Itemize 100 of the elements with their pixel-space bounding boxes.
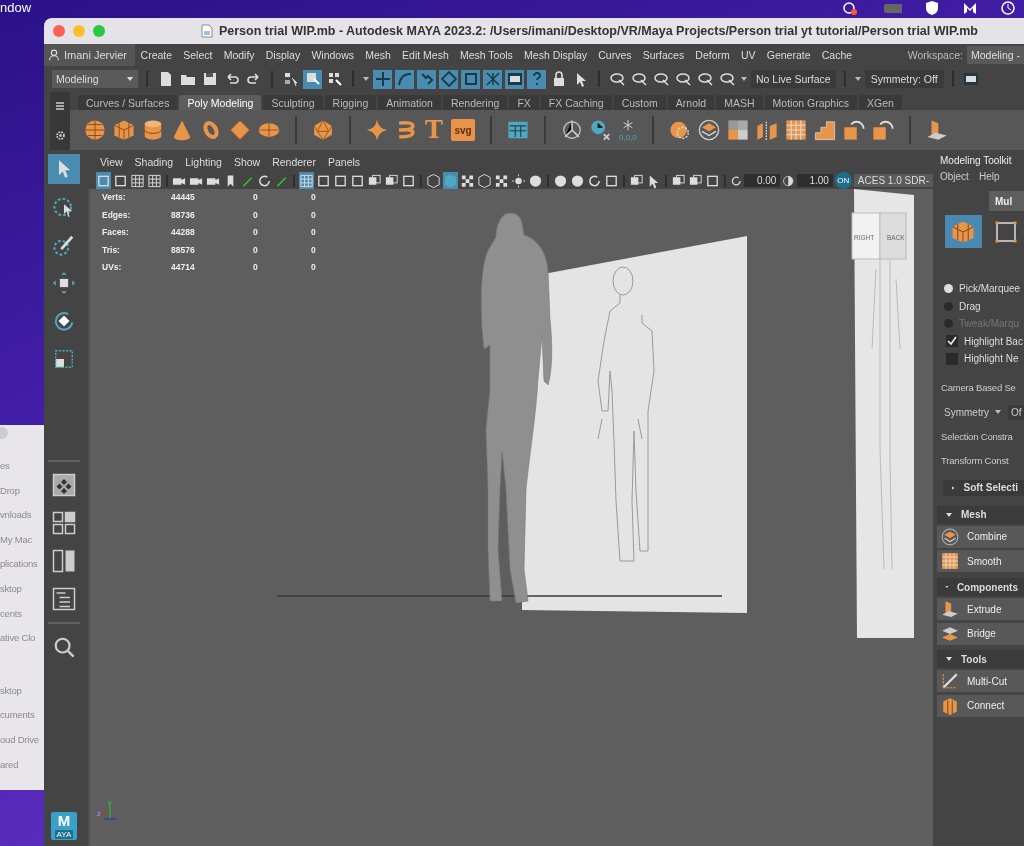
shelf-tab[interactable]: Curves / Surfaces <box>78 95 178 110</box>
pivot-icon <box>561 119 583 141</box>
symmetry-dropdown[interactable]: Symmetry: Off <box>864 70 944 88</box>
lasso-icon <box>53 196 75 218</box>
mesh-snap-icon <box>484 71 501 87</box>
menu-item[interactable]: Surfaces <box>637 49 690 61</box>
sphere-icon <box>553 172 568 189</box>
viewport-button[interactable] <box>147 172 162 189</box>
symmetry-field[interactable]: Of <box>1008 404 1024 420</box>
clock-icon <box>590 119 612 141</box>
section-header[interactable]: Tools <box>937 650 1024 669</box>
symmetry-dropdown[interactable]: Symmetry <box>944 406 1002 418</box>
exposure-field[interactable]: 0.00 <box>744 174 781 187</box>
shelf-tab[interactable]: Motion Graphics <box>764 95 857 110</box>
tool-button[interactable]: Multi-Cut <box>937 670 1024 693</box>
shelf-tab[interactable]: XGen <box>859 95 902 110</box>
menu-item[interactable]: Create <box>134 49 178 61</box>
panel-menu[interactable]: Show <box>227 156 267 168</box>
viewport-button[interactable] <box>130 172 145 189</box>
circle-icon <box>668 119 691 141</box>
menu-item[interactable]: Windows <box>305 49 360 61</box>
shelf-tab[interactable]: Arnold <box>667 95 715 110</box>
shelf-tab[interactable]: Rigging <box>324 95 377 110</box>
shelf-tab[interactable]: FX <box>509 95 539 110</box>
view-transform-dropdown[interactable]: ACES 1.0 SDR- <box>853 174 933 187</box>
shelf-tab[interactable]: MASH <box>716 95 763 110</box>
render-view-icon <box>506 71 523 87</box>
menu-item[interactable]: Modify <box>218 49 261 61</box>
view-cube[interactable] <box>851 212 907 260</box>
check-icon <box>947 336 957 347</box>
select-tool-button[interactable] <box>48 154 80 184</box>
tool-button[interactable]: Bridge <box>937 622 1024 645</box>
cube-icon <box>443 172 458 189</box>
panel-menu[interactable]: View <box>94 156 129 168</box>
shelf-tab[interactable]: Rendering <box>442 95 508 110</box>
radio-button[interactable] <box>944 301 953 311</box>
setting-label: Camera Based Se <box>940 380 1017 395</box>
shelf-tab[interactable]: Sculpting <box>263 95 323 110</box>
setting-label: Transform Const <box>940 454 1010 469</box>
gamma-field[interactable]: 1.00 <box>796 174 833 187</box>
viewport-button[interactable] <box>528 172 543 189</box>
shelf-tab[interactable]: FX Caching <box>540 95 612 110</box>
shelf-tab[interactable]: Poly Modeling <box>179 95 262 110</box>
menu-item[interactable]: Curves <box>592 49 638 61</box>
svg-tool-button[interactable]: svg <box>451 119 475 141</box>
viewport-button[interactable] <box>553 172 568 189</box>
menu-item[interactable]: Generate <box>761 49 817 61</box>
user-button[interactable]: Imani Jervier <box>44 44 135 66</box>
workspace-dropdown[interactable]: Modeling - <box>966 46 1024 64</box>
checkbox[interactable] <box>946 335 958 348</box>
tool-button[interactable]: Smooth <box>937 550 1024 573</box>
menu-item[interactable]: UV <box>735 49 762 61</box>
star-icon <box>366 119 388 141</box>
section-header[interactable]: Components <box>937 578 1024 597</box>
menu-item[interactable]: Object <box>940 169 969 183</box>
menu-item[interactable]: Select <box>177 49 219 61</box>
cube-icon <box>477 172 492 189</box>
setting-label: Selection Constra <box>940 429 1014 444</box>
tool-button[interactable]: Combine <box>937 525 1024 548</box>
viewport-button[interactable] <box>570 172 585 189</box>
panel-menu[interactable]: Shading <box>128 156 180 168</box>
menu-item[interactable]: Display <box>260 49 306 61</box>
toolbar-button[interactable] <box>505 69 524 89</box>
menu-set-dropdown[interactable]: Modeling <box>52 70 138 88</box>
viewport-button[interactable] <box>477 172 492 189</box>
hierarchy-select-icon <box>282 71 299 87</box>
section-header[interactable]: Soft Selecti <box>943 479 1024 496</box>
smooth-mesh-icon <box>941 552 959 571</box>
shelf-tab[interactable]: Animation <box>378 95 441 110</box>
menu-item[interactable]: Mesh <box>359 49 397 61</box>
panel-menu[interactable]: Renderer <box>266 156 322 168</box>
vertex-square-icon <box>993 219 1018 244</box>
tool-button[interactable]: Connect <box>937 694 1024 717</box>
mode-tab[interactable]: Mul <box>989 191 1024 211</box>
menu-item[interactable]: Deform <box>689 49 736 61</box>
search-icon <box>53 636 75 658</box>
menu-item[interactable]: Cache <box>816 49 858 61</box>
rotate-squares-icon <box>871 119 894 141</box>
viewport-button[interactable] <box>494 172 509 189</box>
color-management-toggle[interactable]: ON <box>834 172 852 189</box>
stat-value: 88736 <box>171 208 196 222</box>
menu-item[interactable]: Mesh Tools <box>454 49 519 61</box>
panel-menu[interactable]: Panels <box>321 156 367 168</box>
menu-item[interactable]: Mesh Display <box>518 49 593 61</box>
live-surface-field[interactable]: No Live Surface <box>751 70 836 88</box>
view-snap-icon <box>462 71 479 87</box>
axis-indicator-icon <box>103 806 117 820</box>
menu-item[interactable]: Help <box>978 169 1000 183</box>
shelf-tab[interactable]: Custom <box>613 95 666 110</box>
checkbox[interactable] <box>946 352 958 365</box>
viewport-button[interactable] <box>460 172 475 189</box>
tool-button[interactable]: Extrude <box>937 598 1024 621</box>
radio-button[interactable] <box>944 284 953 294</box>
toolbar-button[interactable] <box>303 69 322 89</box>
section-header[interactable]: Mesh <box>937 505 1024 524</box>
app-logo[interactable]: M AYA <box>51 812 77 840</box>
viewport-button[interactable] <box>426 172 441 189</box>
viewport-button[interactable] <box>511 172 526 189</box>
panel-menu[interactable]: Lighting <box>179 156 228 168</box>
menu-item[interactable]: Edit Mesh <box>396 49 455 61</box>
